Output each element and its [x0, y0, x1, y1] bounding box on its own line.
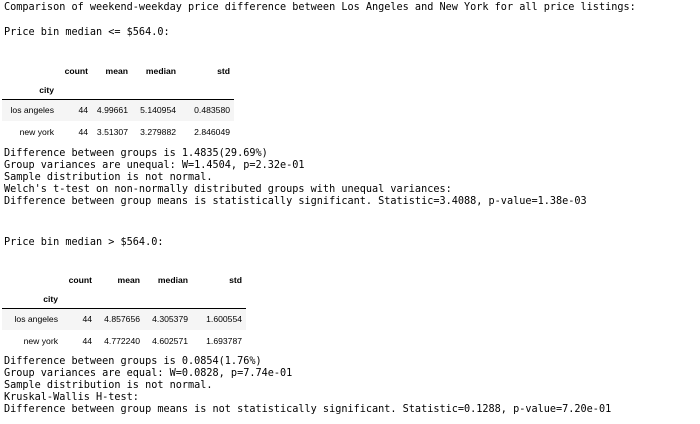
section1-dataframe-table: count mean median std city los angeles 4… — [2, 61, 234, 143]
output-line: Difference between groups is 0.0854(1.76… — [4, 356, 262, 367]
std-cell: 1.600554 — [192, 308, 246, 330]
column-header-median: median — [157, 275, 188, 285]
median-cell: 4.305379 — [144, 308, 192, 330]
count-cell: 44 — [58, 99, 92, 121]
column-header-count: count — [64, 66, 88, 76]
column-header-count: count — [68, 275, 92, 285]
column-header-mean: mean — [105, 66, 128, 76]
count-cell: 44 — [62, 308, 96, 330]
table-index-name-row: city — [2, 81, 234, 100]
std-cell: 0.483580 — [180, 99, 234, 121]
output-heading: Comparison of weekend-weekday price diff… — [4, 2, 636, 13]
mean-cell: 4.857656 — [96, 308, 144, 330]
section1-title: Price bin median <= $564.0: — [4, 27, 170, 38]
table-header-row: count mean median std — [2, 270, 246, 290]
row-index-cell: los angeles — [2, 308, 62, 330]
output-line: Group variances are equal: W=0.0828, p=7… — [4, 368, 293, 379]
table-header-row: count mean median std — [2, 61, 234, 81]
median-cell: 3.279882 — [140, 127, 176, 137]
table-index-name-row: city — [2, 290, 246, 309]
section2-dataframe-table: count mean median std city los angeles 4… — [2, 270, 246, 352]
column-header-median: median — [145, 66, 176, 76]
table-row: new york 44 3.51307 3.279882 2.846049 — [2, 121, 234, 143]
table-row: new york 44 4.772240 4.602571 1.693787 — [2, 330, 246, 352]
mean-cell: 3.51307 — [96, 127, 128, 137]
mean-cell: 4.772240 — [104, 336, 140, 346]
table-row: los angeles 44 4.99661 5.140954 0.483580 — [2, 99, 234, 121]
section1-output: Difference between groups is 1.4835(29.6… — [4, 148, 587, 208]
std-cell: 2.846049 — [194, 127, 230, 137]
column-header-mean: mean — [117, 275, 140, 285]
output-line: Difference between groups is 1.4835(29.6… — [4, 148, 268, 159]
output-line: Sample distribution is not normal. — [4, 172, 213, 183]
count-cell: 44 — [82, 336, 92, 346]
output-line: Sample distribution is not normal. — [4, 380, 213, 391]
output-line: Group variances are unequal: W=1.4504, p… — [4, 160, 305, 171]
table-row: los angeles 44 4.857656 4.305379 1.60055… — [2, 308, 246, 330]
column-header-std: std — [229, 275, 242, 285]
table-corner-cell — [2, 61, 58, 81]
section2-output: Difference between groups is 0.0854(1.76… — [4, 356, 611, 416]
mean-cell: 4.99661 — [92, 99, 132, 121]
output-line: Kruskal-Wallis H-test: — [4, 392, 139, 403]
median-cell: 5.140954 — [132, 99, 180, 121]
row-index-cell: new york — [23, 336, 58, 346]
median-cell: 4.602571 — [152, 336, 188, 346]
index-name-city: city — [2, 290, 62, 309]
column-header-std: std — [217, 66, 230, 76]
index-name-city: city — [2, 81, 58, 100]
row-index-cell: new york — [19, 127, 54, 137]
output-line: Difference between group means is statis… — [4, 196, 587, 207]
std-cell: 1.693787 — [206, 336, 242, 346]
output-line: Welch's t-test on non-normally distribut… — [4, 184, 452, 195]
count-cell: 44 — [78, 127, 88, 137]
output-line: Difference between group means is not st… — [4, 404, 612, 415]
section2-title: Price bin median > $564.0: — [4, 237, 164, 248]
row-index-cell: los angeles — [2, 99, 58, 121]
table-corner-cell — [2, 270, 62, 290]
